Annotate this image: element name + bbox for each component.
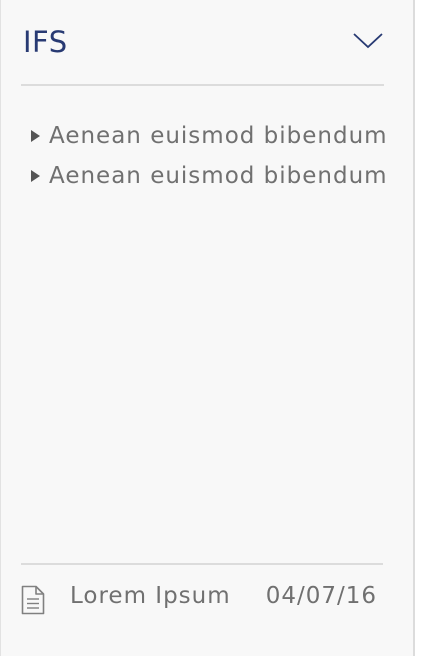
caret-right-icon xyxy=(31,130,40,142)
list-item-label: Aenean euismod bibendum xyxy=(49,163,388,189)
document-name: Lorem Ipsum xyxy=(70,583,231,609)
accordion-panel: IFS Aenean euismod bibendum Aenean euism… xyxy=(0,0,415,656)
accordion-header[interactable]: IFS xyxy=(21,0,384,86)
chevron-down-icon[interactable] xyxy=(353,33,383,49)
caret-right-icon xyxy=(31,170,40,182)
item-list: Aenean euismod bibendum Aenean euismod b… xyxy=(29,116,399,196)
list-item-label: Aenean euismod bibendum xyxy=(49,123,388,149)
document-icon xyxy=(21,585,45,615)
document-date: 04/07/16 xyxy=(265,583,377,609)
list-item[interactable]: Aenean euismod bibendum xyxy=(29,156,399,196)
list-item[interactable]: Aenean euismod bibendum xyxy=(29,116,399,156)
accordion-title: IFS xyxy=(23,25,68,59)
document-footer[interactable]: Lorem Ipsum 04/07/16 xyxy=(21,563,383,625)
